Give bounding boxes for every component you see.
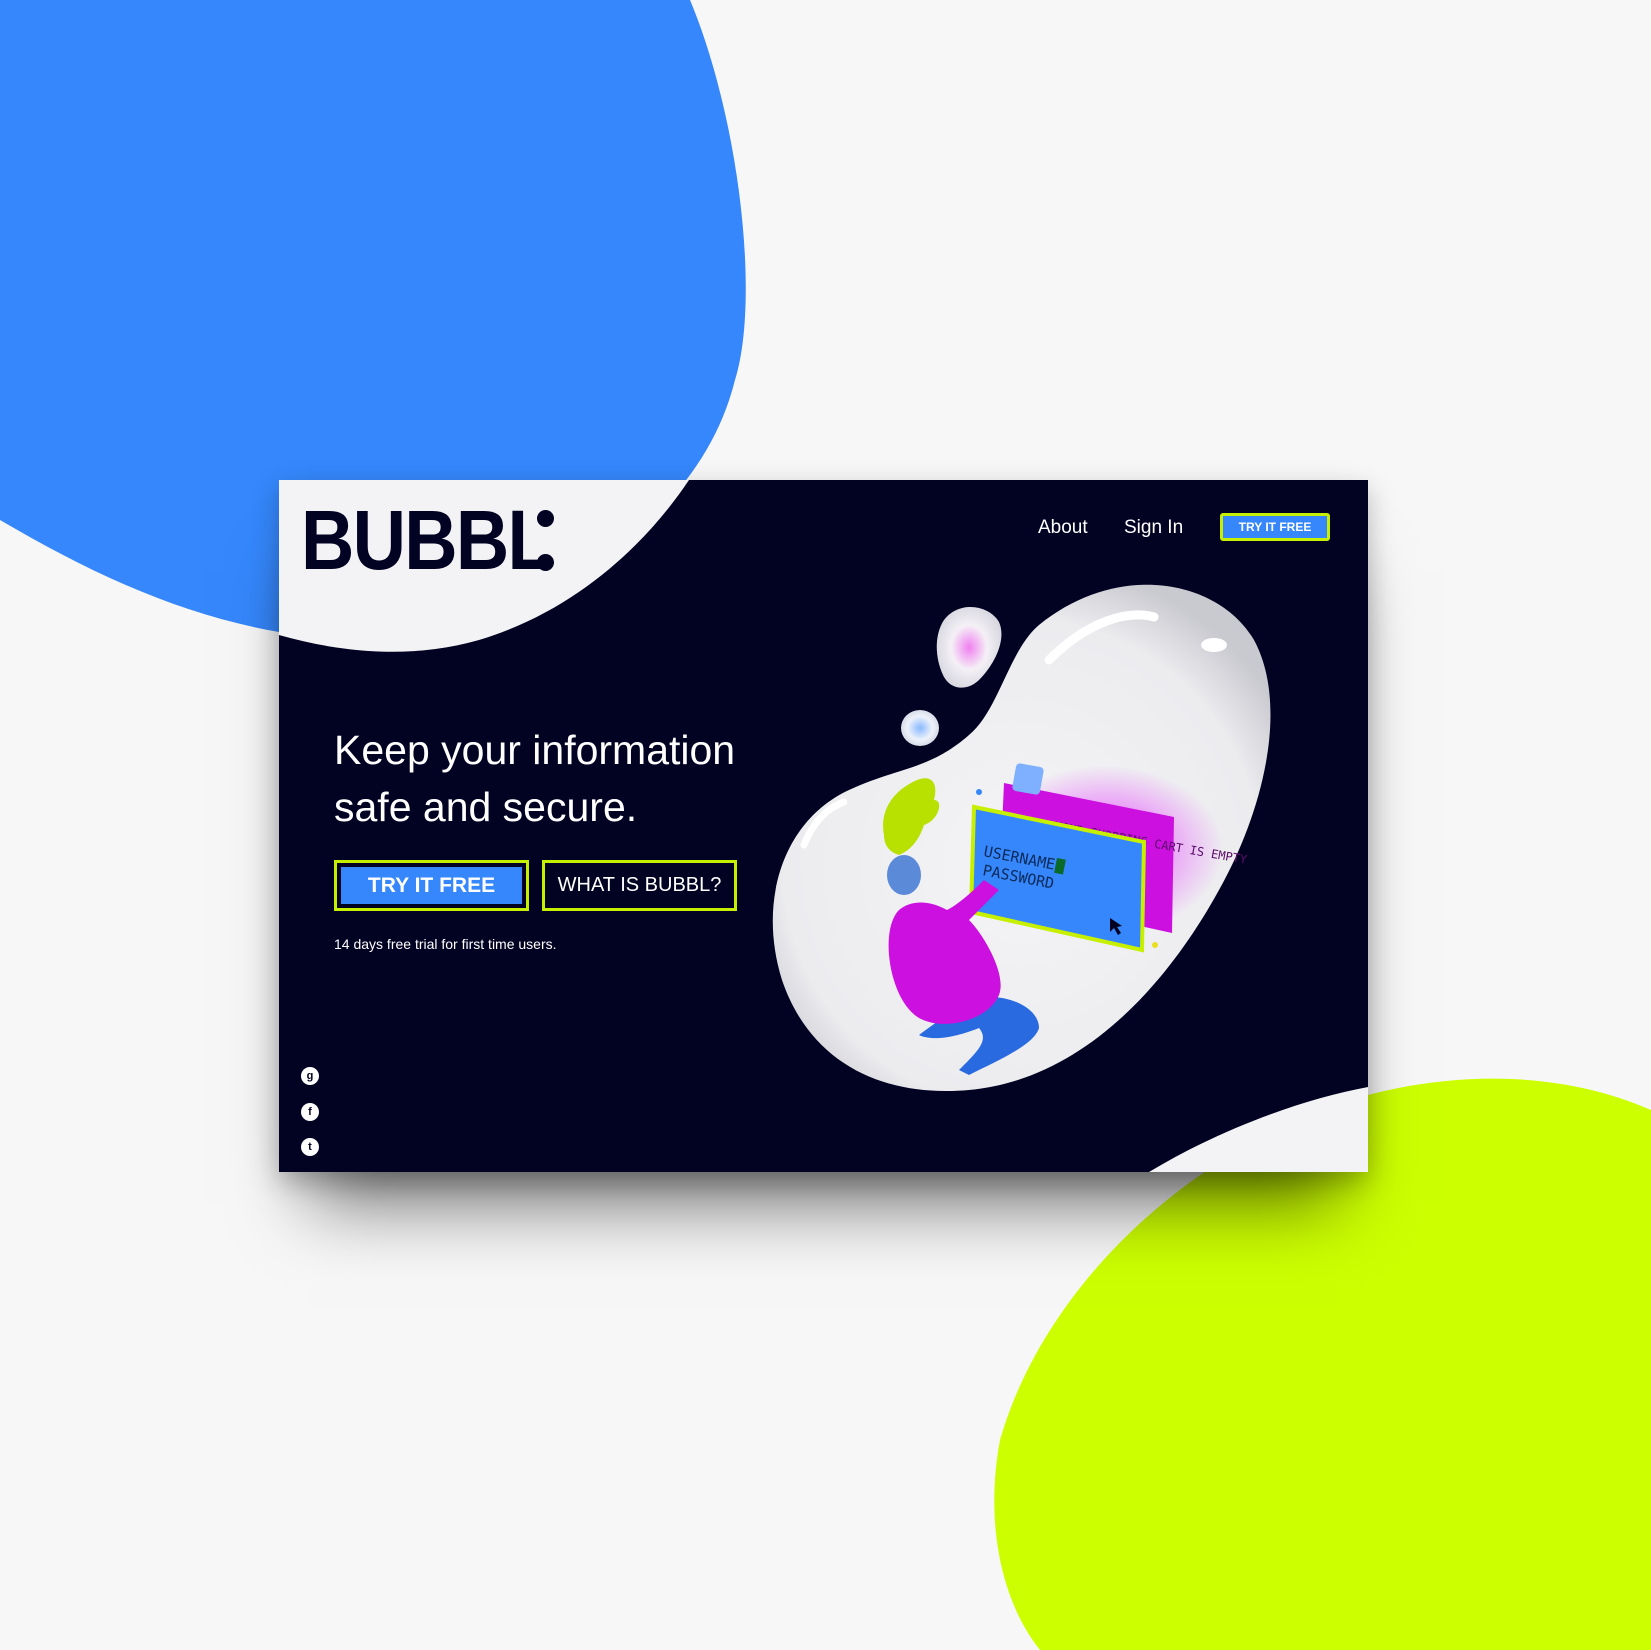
what-is-bubbl-button[interactable]: WHAT IS BUBBL? — [542, 860, 737, 911]
google-plus-icon[interactable]: g — [301, 1067, 319, 1085]
twitter-icon[interactable]: t — [301, 1138, 319, 1156]
small-bubble — [936, 607, 1002, 688]
landing-page-mockup: YOUR SHOPPING CART IS EMPTY USERNAME PAS… — [279, 480, 1368, 1172]
hero-headline: Keep your information safe and secure. — [334, 722, 794, 836]
headline-line-2: safe and secure. — [334, 784, 638, 830]
facebook-icon[interactable]: f — [301, 1103, 319, 1121]
tiny-bubble — [901, 710, 939, 746]
headline-line-1: Keep your information — [334, 727, 736, 773]
cart-icon-card — [1012, 763, 1044, 795]
trial-note: 14 days free trial for first time users. — [334, 936, 557, 952]
try-free-label: TRY IT FREE — [341, 867, 522, 904]
bubble-highlight-dot — [1201, 638, 1227, 652]
nav-link-about[interactable]: About — [1038, 517, 1088, 539]
nav-link-sign-in[interactable]: Sign In — [1124, 517, 1183, 539]
try-free-button[interactable]: TRY IT FREE — [334, 860, 529, 911]
nav-try-free-button[interactable]: TRY IT FREE — [1220, 513, 1330, 541]
top-navigation: About Sign In TRY IT FREE — [279, 513, 1368, 547]
person-head — [887, 855, 921, 895]
corner-light-blob — [1149, 1087, 1368, 1172]
